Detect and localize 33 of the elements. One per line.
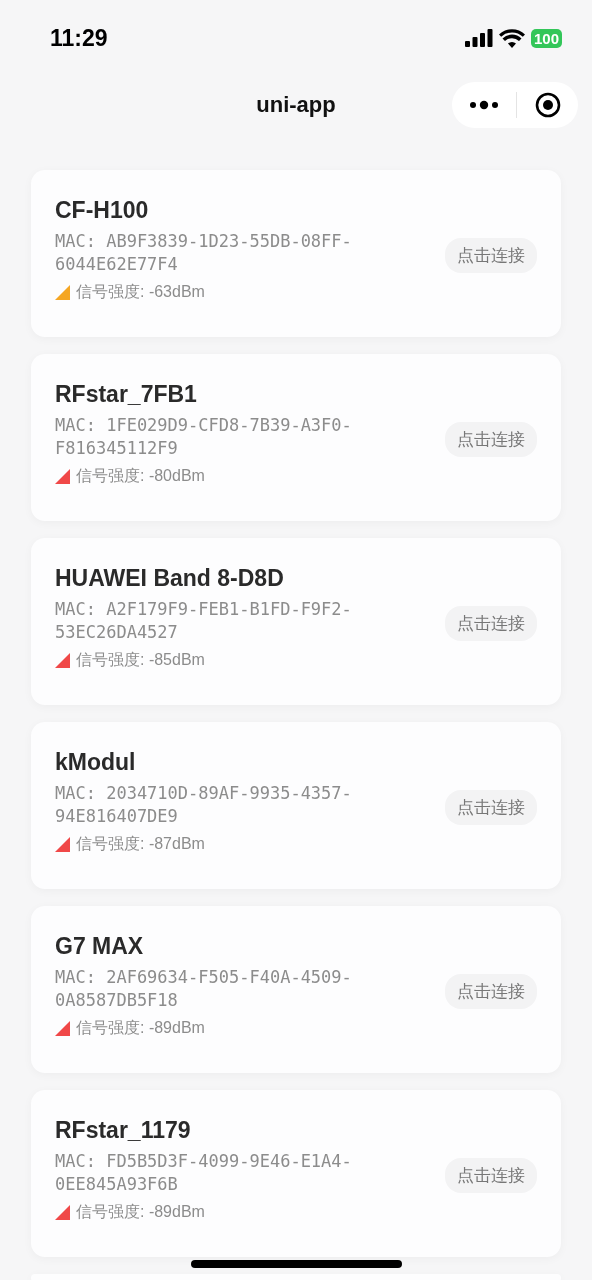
device-name: kModul bbox=[55, 748, 137, 776]
connect-button[interactable]: 点击连接 bbox=[445, 422, 537, 457]
page-title: uni-app bbox=[256, 92, 336, 118]
device-card[interactable]: kModul MAC: 2034710D-89AF-9935-4357-94E816407DE9 信号强度: -87dBm 点击连接 bbox=[31, 722, 561, 889]
mac-address: MAC: 1FE029D9-CFD8-7B39-A3F0-F816345112F9 bbox=[55, 414, 353, 460]
device-card[interactable]: RFstar_7FB1 MAC: 1FE029D9-CFD8-7B39-A3F0-F816345112F9 信号强度: -80dBm 点击连接 bbox=[31, 354, 561, 521]
signal-strength: 信号强度: -80dBm bbox=[76, 466, 205, 486]
signal-strength: 信号强度: -85dBm bbox=[76, 650, 205, 670]
device-name: RFstar_1179 bbox=[55, 1116, 192, 1144]
connect-button[interactable]: 点击连接 bbox=[445, 790, 537, 825]
mac-address: MAC: FD5B5D3F-4099-9E46-E1A4-0EE845A93F6B bbox=[55, 1150, 353, 1196]
device-card[interactable]: G7 MAX MAC: 2AF69634-F505-F40A-4509-0A8587DB5F18 信号强度: -89dBm 点击连接 bbox=[31, 906, 561, 1073]
connect-button[interactable]: 点击连接 bbox=[445, 606, 537, 641]
battery-icon: 100 bbox=[530, 28, 562, 48]
connect-button[interactable]: 点击连接 bbox=[445, 238, 537, 273]
mac-address: MAC: A2F179F9-FEB1-B1FD-F9F2-53EC26DA4527 bbox=[55, 598, 353, 644]
signal-strength: 信号强度: -89dBm bbox=[76, 1202, 205, 1222]
connect-button[interactable]: 点击连接 bbox=[445, 974, 537, 1009]
signal-strength: 信号强度: -87dBm bbox=[76, 834, 205, 854]
device-card[interactable]: CF-H100 MAC: AB9F3839-1D23-55DB-08FF-6044E62E77F4 信号强度: -63dBm 点击连接 bbox=[31, 170, 561, 337]
device-name: G7 MAX bbox=[55, 932, 145, 960]
device-name: RFstar_7FB1 bbox=[55, 380, 198, 408]
status-time: 11:29 bbox=[50, 24, 108, 52]
device-name: HUAWEI Band 8-D8D bbox=[55, 564, 285, 592]
signal-strength: 信号强度: -89dBm bbox=[76, 1018, 205, 1038]
device-name: CF-H100 bbox=[55, 196, 150, 224]
mac-address: MAC: 2034710D-89AF-9935-4357-94E816407DE9 bbox=[55, 782, 353, 828]
mac-address: MAC: AB9F3839-1D23-55DB-08FF-6044E62E77F4 bbox=[55, 230, 353, 276]
connect-button[interactable]: 点击连接 bbox=[445, 1158, 537, 1193]
signal-strength: 信号强度: -63dBm bbox=[76, 282, 205, 302]
mac-address: MAC: 2AF69634-F505-F40A-4509-0A8587DB5F18 bbox=[55, 966, 353, 1012]
device-card[interactable]: RFstar_1179 MAC: FD5B5D3F-4099-9E46-E1A4-0EE845A93F6B 信号强度: -89dBm 点击连接 bbox=[31, 1090, 561, 1257]
device-card[interactable]: HUAWEI Band 8-D8D MAC: A2F179F9-FEB1-B1FD-F9F2-53EC26DA4527 信号强度: -85dBm 点击连接 bbox=[31, 538, 561, 705]
